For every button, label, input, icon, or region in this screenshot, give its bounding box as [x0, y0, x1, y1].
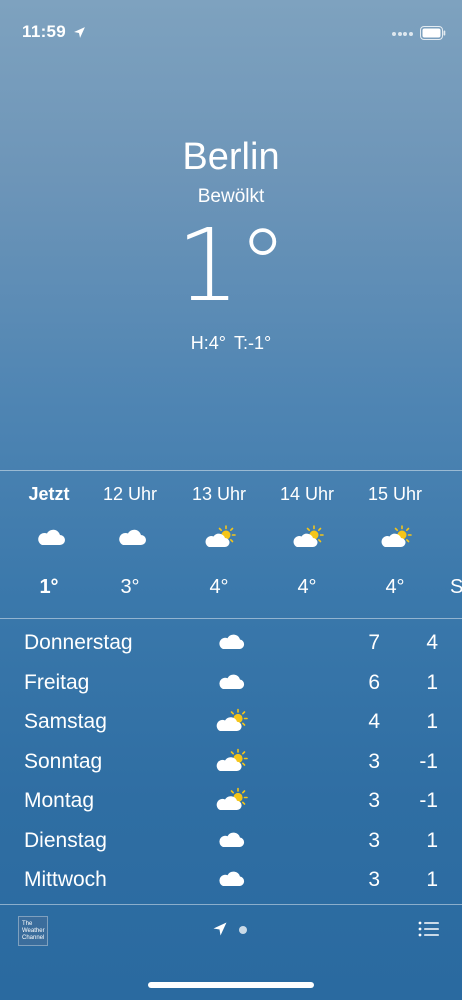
status-bar: 11:59: [0, 0, 462, 64]
hourly-item: 14 Uhr 4°: [263, 472, 351, 618]
weather-channel-logo[interactable]: The Weather Channel: [18, 916, 48, 946]
partly-cloudy-icon: [216, 708, 248, 731]
partly-cloudy-icon: [216, 748, 248, 771]
daily-row: Sonntag 3 -1: [0, 742, 462, 782]
day-low: 1: [426, 671, 438, 694]
partly-cloudy-icon: [216, 787, 248, 810]
day-high: 7: [368, 631, 380, 654]
hour-label: 13 Uhr: [191, 484, 247, 504]
home-indicator[interactable]: [148, 982, 314, 988]
cloud-icon: [219, 634, 245, 649]
hourly-forecast[interactable]: Jetzt 1° 12 Uhr 3° 13 Uhr 4° 14 Uhr 4° 1…: [0, 472, 462, 618]
cloud-icon: [219, 871, 245, 886]
daily-row: Montag 3 -1: [0, 781, 462, 821]
day-name: Montag: [24, 789, 95, 812]
hourly-item: 12 Uhr 3°: [86, 472, 174, 618]
hour-label: 14 Uhr: [279, 484, 335, 504]
location-arrow-icon: [74, 27, 85, 38]
current-temperature-value: 1°: [176, 207, 288, 324]
page-indicator-dot[interactable]: [239, 926, 247, 934]
hour-temperature: 4°: [297, 576, 317, 598]
day-name: Dienstag: [24, 829, 107, 852]
day-name: Donnerstag: [24, 631, 133, 654]
day-high: 3: [368, 750, 380, 773]
cloud-icon: [119, 529, 146, 545]
day-name: Samstag: [24, 710, 107, 733]
day-high: 3: [368, 868, 380, 891]
daily-row: Samstag 4 1: [0, 702, 462, 742]
cloud-icon: [219, 674, 245, 689]
day-low: 1: [426, 868, 438, 891]
battery-icon: [420, 26, 446, 40]
hour-label: 12 Uhr: [102, 484, 158, 504]
day-name: Sonntag: [24, 750, 103, 773]
location-arrow-icon[interactable]: [212, 921, 228, 937]
day-low: 1: [426, 829, 438, 852]
day-low: -1: [419, 750, 438, 773]
daily-row: Freitag 6 1: [0, 663, 462, 703]
day-high: 4: [368, 710, 380, 733]
hour-temperature: 3°: [120, 576, 140, 598]
day-high: 6: [368, 671, 380, 694]
day-high: 3: [368, 789, 380, 812]
hour-temperature: 1°: [39, 576, 59, 598]
high-temperature: H:4°: [190, 333, 226, 353]
hour-temperature: 4°: [209, 576, 229, 598]
high-low: H:4° T:-1°: [0, 333, 462, 354]
signal-dots-icon: [392, 32, 414, 38]
daily-row: Dienstag 3 1: [0, 821, 462, 861]
hourly-item-partial: S: [408, 472, 462, 618]
daily-row: Donnerstag 7 4: [0, 623, 462, 663]
current-temperature: 1°: [0, 206, 462, 326]
partly-cloudy-icon: [205, 525, 236, 547]
hourly-item: 13 Uhr 4°: [175, 472, 263, 618]
hourly-bottom-divider: [0, 618, 462, 619]
hour-temperature-partial: S: [450, 576, 462, 598]
city-name: Berlin: [182, 136, 280, 178]
status-time: 11:59: [22, 22, 67, 41]
footer-divider: [0, 904, 462, 905]
day-name: Freitag: [24, 671, 90, 694]
hourly-item: Jetzt 1°: [5, 472, 93, 618]
daily-row: Mittwoch 3 1: [0, 860, 462, 900]
low-temperature: T:-1°: [234, 333, 272, 353]
day-low: 1: [426, 710, 438, 733]
hourly-top-divider: [0, 470, 462, 471]
hour-label: Jetzt: [28, 484, 70, 504]
day-low: -1: [419, 789, 438, 812]
day-low: 4: [426, 631, 438, 654]
day-high: 3: [368, 829, 380, 852]
day-name: Mittwoch: [24, 868, 107, 891]
partly-cloudy-icon: [293, 525, 324, 547]
list-icon[interactable]: [418, 920, 440, 938]
weather-condition: Bewölkt: [197, 186, 265, 207]
cloud-icon: [219, 832, 245, 847]
cloud-icon: [38, 529, 65, 545]
